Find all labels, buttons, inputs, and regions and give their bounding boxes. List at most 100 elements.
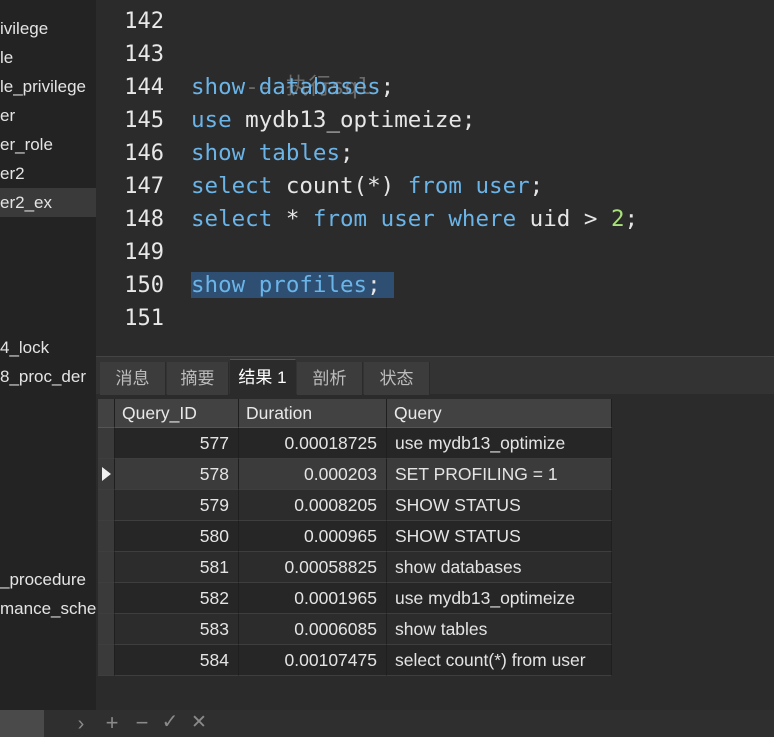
tree-item[interactable]: le_privilege <box>0 72 96 101</box>
chevron-right-icon[interactable]: › <box>68 710 94 737</box>
cell-duration[interactable]: 0.00107475 <box>239 645 387 676</box>
tree-item[interactable]: er_role <box>0 130 96 159</box>
sql-text: ; <box>367 272 381 298</box>
row-indicator[interactable] <box>98 490 115 521</box>
tree-item[interactable]: ivilege <box>0 14 96 43</box>
row-indicator-header <box>98 399 115 428</box>
sql-keyword: user <box>475 173 530 199</box>
line-number: 146 <box>124 141 164 166</box>
cell-query-id[interactable]: 580 <box>115 521 239 552</box>
line-number: 143 <box>124 42 164 67</box>
code-line-150: show profiles; <box>191 269 395 302</box>
table-row[interactable]: 579 0.0008205 SHOW STATUS <box>98 490 612 521</box>
row-indicator[interactable] <box>98 583 115 614</box>
cell-query[interactable]: show databases <box>387 552 612 583</box>
current-row-arrow-icon <box>102 467 111 481</box>
add-record-icon[interactable]: + <box>99 710 125 737</box>
row-indicator[interactable] <box>98 428 115 459</box>
sql-editor[interactable]: 142 143 144 145 146 147 148 149 150 151 … <box>96 0 774 356</box>
sql-text: count(*) <box>272 173 408 199</box>
line-number: 144 <box>124 75 164 100</box>
tree-item-selected[interactable]: er2_ex <box>0 188 96 217</box>
table-row[interactable]: 582 0.0001965 use mydb13_optimeize <box>98 583 612 614</box>
cell-duration[interactable]: 0.0001965 <box>239 583 387 614</box>
tab-profile[interactable]: 剖析 <box>297 362 363 395</box>
grid-toolbar: › + − ✓ ✕ <box>44 710 774 737</box>
tab-summary[interactable]: 摘要 <box>167 362 229 395</box>
tree-item[interactable]: le <box>0 43 96 72</box>
column-header-query[interactable]: Query <box>387 399 612 428</box>
sql-keyword: where <box>448 206 517 232</box>
table-row[interactable]: 577 0.00018725 use mydb13_optimize <box>98 428 612 459</box>
cell-query-id[interactable]: 577 <box>115 428 239 459</box>
cell-duration[interactable]: 0.0008205 <box>239 490 387 521</box>
cell-query[interactable]: SHOW STATUS <box>387 490 612 521</box>
delete-record-icon[interactable]: − <box>129 710 155 737</box>
selected-text[interactable]: show profiles; <box>191 272 395 298</box>
tab-status[interactable]: 状态 <box>364 362 430 395</box>
column-header-query-id[interactable]: Query_ID <box>115 399 239 428</box>
cell-query[interactable]: show tables <box>387 614 612 645</box>
cell-query[interactable]: use mydb13_optimeize <box>387 583 612 614</box>
sql-keyword: databases <box>258 74 381 100</box>
cell-duration[interactable]: 0.00018725 <box>239 428 387 459</box>
sql-keyword: user <box>380 206 435 232</box>
line-number: 145 <box>124 108 164 133</box>
code-line-145: use mydb13_optimeize; <box>191 104 475 137</box>
table-row[interactable]: 580 0.000965 SHOW STATUS <box>98 521 612 552</box>
line-number: 148 <box>124 207 164 232</box>
cell-duration[interactable]: 0.000203 <box>239 459 387 490</box>
cell-query[interactable]: SHOW STATUS <box>387 521 612 552</box>
code-line-143: -- 执行sql <box>191 38 371 100</box>
sql-keyword: tables <box>258 140 341 166</box>
tree-item[interactable]: 4_lock <box>0 333 96 362</box>
line-number: 149 <box>124 240 164 265</box>
line-number: 142 <box>124 9 164 34</box>
row-indicator[interactable] <box>98 521 115 552</box>
sql-keyword: show <box>191 140 246 166</box>
cell-query-id[interactable]: 578 <box>115 459 239 490</box>
code-line-146: show tables; <box>191 137 354 170</box>
cell-query-id[interactable]: 581 <box>115 552 239 583</box>
cell-query-id[interactable]: 579 <box>115 490 239 521</box>
cell-duration[interactable]: 0.00058825 <box>239 552 387 583</box>
tree-item[interactable]: er <box>0 101 96 130</box>
cell-duration[interactable]: 0.0006085 <box>239 614 387 645</box>
tab-result-1[interactable]: 结果 1 <box>230 359 296 395</box>
tree-item[interactable]: mance_sche <box>0 594 96 623</box>
row-indicator[interactable] <box>98 459 115 490</box>
sql-number: 2 <box>610 206 625 232</box>
apply-changes-icon[interactable]: ✓ <box>157 710 183 737</box>
table-row[interactable]: 583 0.0006085 show tables <box>98 614 612 645</box>
sql-text: ; <box>624 206 639 232</box>
tab-messages[interactable]: 消息 <box>100 362 166 395</box>
sql-keyword: select <box>191 206 273 232</box>
line-number: 151 <box>124 306 164 331</box>
sidebar-scrollbar[interactable] <box>0 710 44 737</box>
row-indicator[interactable] <box>98 645 115 676</box>
result-tabbar: 消息 摘要 结果 1 剖析 状态 <box>96 356 774 395</box>
table-row-current[interactable]: 578 0.000203 SET PROFILING = 1 <box>98 459 612 490</box>
code-line-147: select count(*) from user; <box>191 170 543 203</box>
column-header-duration[interactable]: Duration <box>239 399 387 428</box>
cell-query[interactable]: use mydb13_optimize <box>387 428 612 459</box>
cell-query[interactable]: SET PROFILING = 1 <box>387 459 612 490</box>
tree-item[interactable]: _procedure <box>0 565 96 594</box>
cell-query-id[interactable]: 584 <box>115 645 239 676</box>
table-row[interactable]: 584 0.00107475 select count(*) from user <box>98 645 612 676</box>
cell-query-id[interactable]: 583 <box>115 614 239 645</box>
result-grid[interactable]: Query_ID Duration Query 577 0.00018725 u… <box>98 399 612 676</box>
row-indicator[interactable] <box>98 614 115 645</box>
code-line-144: show databases; <box>191 71 394 104</box>
discard-changes-icon[interactable]: ✕ <box>186 710 212 737</box>
tree-item[interactable]: er2 <box>0 159 96 188</box>
tree-item[interactable]: 8_proc_der <box>0 362 96 391</box>
table-row[interactable]: 581 0.00058825 show databases <box>98 552 612 583</box>
line-number: 147 <box>124 174 164 199</box>
row-indicator[interactable] <box>98 552 115 583</box>
cell-duration[interactable]: 0.000965 <box>239 521 387 552</box>
sql-keyword: profiles <box>258 272 368 298</box>
cell-query[interactable]: select count(*) from user <box>387 645 612 676</box>
cell-query-id[interactable]: 582 <box>115 583 239 614</box>
sql-keyword: show <box>191 74 246 100</box>
